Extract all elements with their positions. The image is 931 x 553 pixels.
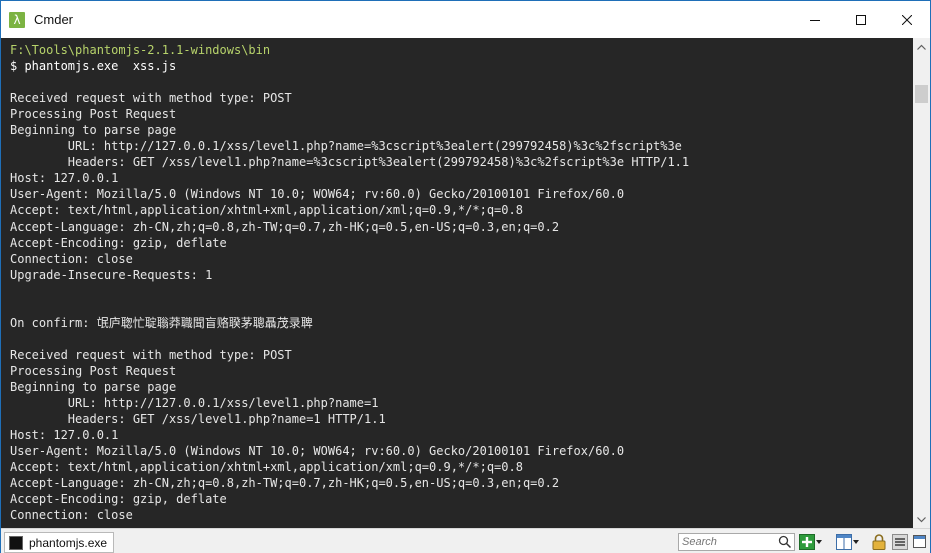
chevron-up-icon [917,44,926,50]
current-path-line: F:\Tools\phantomjs-2.1.1-windows\bin [10,43,271,57]
output-line: Accept: text/html,application/xhtml+xml,… [10,460,523,475]
output-line: User-Agent: Mozilla/5.0 (Windows NT 10.0… [10,444,625,459]
output-line: Processing Post Request [10,363,177,378]
console-tab[interactable]: phantomjs.exe [4,532,115,553]
output-line: Host: 127.0.0.1 [10,428,119,443]
output-line: Accept-Language: zh-CN,zh;q=0.8,zh-TW;q=… [10,476,560,491]
menu-icon [892,534,908,550]
minimize-button[interactable] [792,1,838,38]
output-line: Beginning to parse page [10,379,177,394]
minimize-icon [810,19,820,21]
cmder-lambda-icon[interactable]: λ [9,11,25,28]
split-view-button[interactable] [836,534,860,550]
output-line: URL: http://127.0.0.1/xss/level1.php?nam… [10,396,379,411]
chevron-down-icon [917,516,926,522]
output-line: Host: 127.0.0.1 [10,171,119,186]
status-bar: phantomjs.exe [1,528,930,553]
window-title: Cmder [34,12,74,27]
console-icon [9,535,23,550]
output-line: Connection: close [10,251,133,266]
output-line: Received request with method type: POST [10,91,292,106]
command-line: $ phantomjs.exe xss.js [10,59,177,74]
output-line: Beginning to parse page [10,123,177,138]
maximize-button[interactable] [838,1,884,38]
settings-menu-button[interactable] [892,534,908,550]
output-line: Connection: close [10,508,133,523]
output-line: User-Agent: Mozilla/5.0 (Windows NT 10.0… [10,187,625,202]
vertical-scrollbar[interactable] [913,38,930,528]
new-console-button[interactable] [799,534,823,550]
output-line: Headers: GET /xss/level1.php?name=%3cscr… [10,155,690,170]
window-list-icon [913,535,926,548]
search-icon[interactable] [778,535,792,549]
window-controls [792,1,930,38]
output-line: Processing Post Request [10,107,177,122]
split-view-icon [836,534,852,550]
output-line: Accept-Encoding: gzip, deflate [10,235,227,250]
scroll-down-button[interactable] [913,511,930,528]
maximize-icon [856,14,866,25]
split-view-dropdown[interactable] [852,534,860,550]
output-line: URL: http://127.0.0.1/xss/level1.php?nam… [10,139,682,154]
close-icon [902,14,912,25]
search-input[interactable] [682,535,777,549]
lock-icon [872,534,886,550]
dropdown-arrow-icon [816,540,822,544]
new-console-dropdown[interactable] [815,534,823,550]
output-line: Accept-Encoding: gzip, deflate [10,492,227,507]
new-console-icon [799,534,815,550]
console-tab-label: phantomjs.exe [29,535,108,550]
output-line: Headers: GET /xss/level1.php?name=1 HTTP… [10,412,386,427]
scroll-thumb[interactable] [915,85,928,103]
lock-button[interactable] [872,534,886,550]
cmder-window: λ Cmder F:\Tools\phantomjs-2.1.1-windows… [0,0,931,553]
terminal-output[interactable]: F:\Tools\phantomjs-2.1.1-windows\bin $ ph… [1,38,913,528]
window-menu-button[interactable] [913,534,927,550]
output-line: Accept-Language: zh-CN,zh;q=0.8,zh-TW;q=… [10,219,560,234]
output-line: Accept: text/html,application/xhtml+xml,… [10,203,523,218]
output-line: On confirm: 氓庐聦忙聢聬莽職聞盲赂聧茅聰聶茂录聛 [10,315,313,330]
dropdown-arrow-icon [853,540,859,544]
title-bar[interactable]: λ Cmder [1,1,930,38]
output-line: Upgrade-Insecure-Requests: 1 [10,267,213,282]
output-line: Received request with method type: POST [10,347,292,362]
scroll-up-button[interactable] [913,38,930,55]
search-box[interactable] [678,533,795,551]
close-button[interactable] [884,1,930,38]
